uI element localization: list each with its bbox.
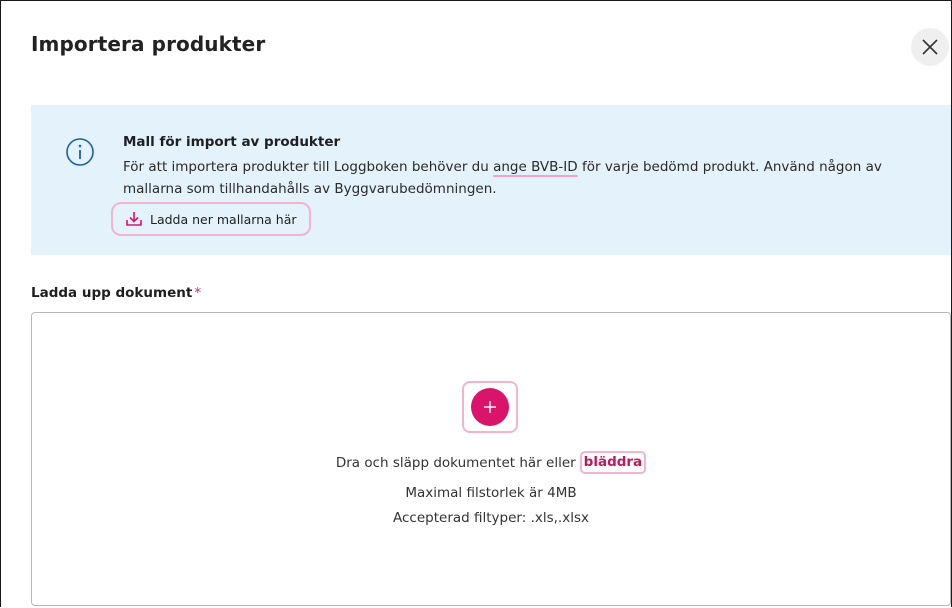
close-icon: [922, 39, 938, 55]
close-button[interactable]: [911, 28, 949, 66]
max-file-size: Maximal filstorlek är 4MB: [405, 485, 577, 501]
drop-instruction: Dra och släpp dokumentet här eller blädd…: [32, 451, 950, 474]
download-icon: [126, 212, 142, 226]
download-templates-label: Ladda ner mallarna här: [150, 211, 297, 227]
bvb-id-highlight: ange BVB-ID: [493, 159, 578, 175]
info-icon: [66, 138, 94, 166]
drop-text: Dra och släpp dokumentet här eller: [335, 454, 576, 471]
upload-label-text: Ladda upp dokument: [31, 285, 193, 301]
required-marker: *: [194, 285, 202, 301]
info-title: Mall för import av produkter: [123, 134, 341, 150]
dialog-title: Importera produkter: [31, 32, 266, 56]
plus-icon: [484, 401, 496, 413]
import-products-dialog: Importera produkter Mall för import av p…: [0, 0, 952, 607]
download-templates-link[interactable]: Ladda ner mallarna här: [111, 202, 311, 236]
info-text-part1: För att importera produkter till Loggbok…: [123, 159, 494, 175]
accepted-file-types: Accepterad filtyper: .xls,.xlsx: [393, 510, 589, 526]
add-file-button[interactable]: [471, 388, 509, 426]
info-text: För att importera produkter till Loggbok…: [123, 156, 935, 200]
file-dropzone[interactable]: Dra och släpp dokumentet här eller blädd…: [31, 312, 951, 606]
browse-link[interactable]: bläddra: [579, 451, 647, 474]
template-info-box: Mall för import av produkter För att imp…: [31, 105, 951, 255]
add-file-frame: [462, 381, 518, 433]
upload-document-label: Ladda upp dokument *: [31, 285, 201, 301]
